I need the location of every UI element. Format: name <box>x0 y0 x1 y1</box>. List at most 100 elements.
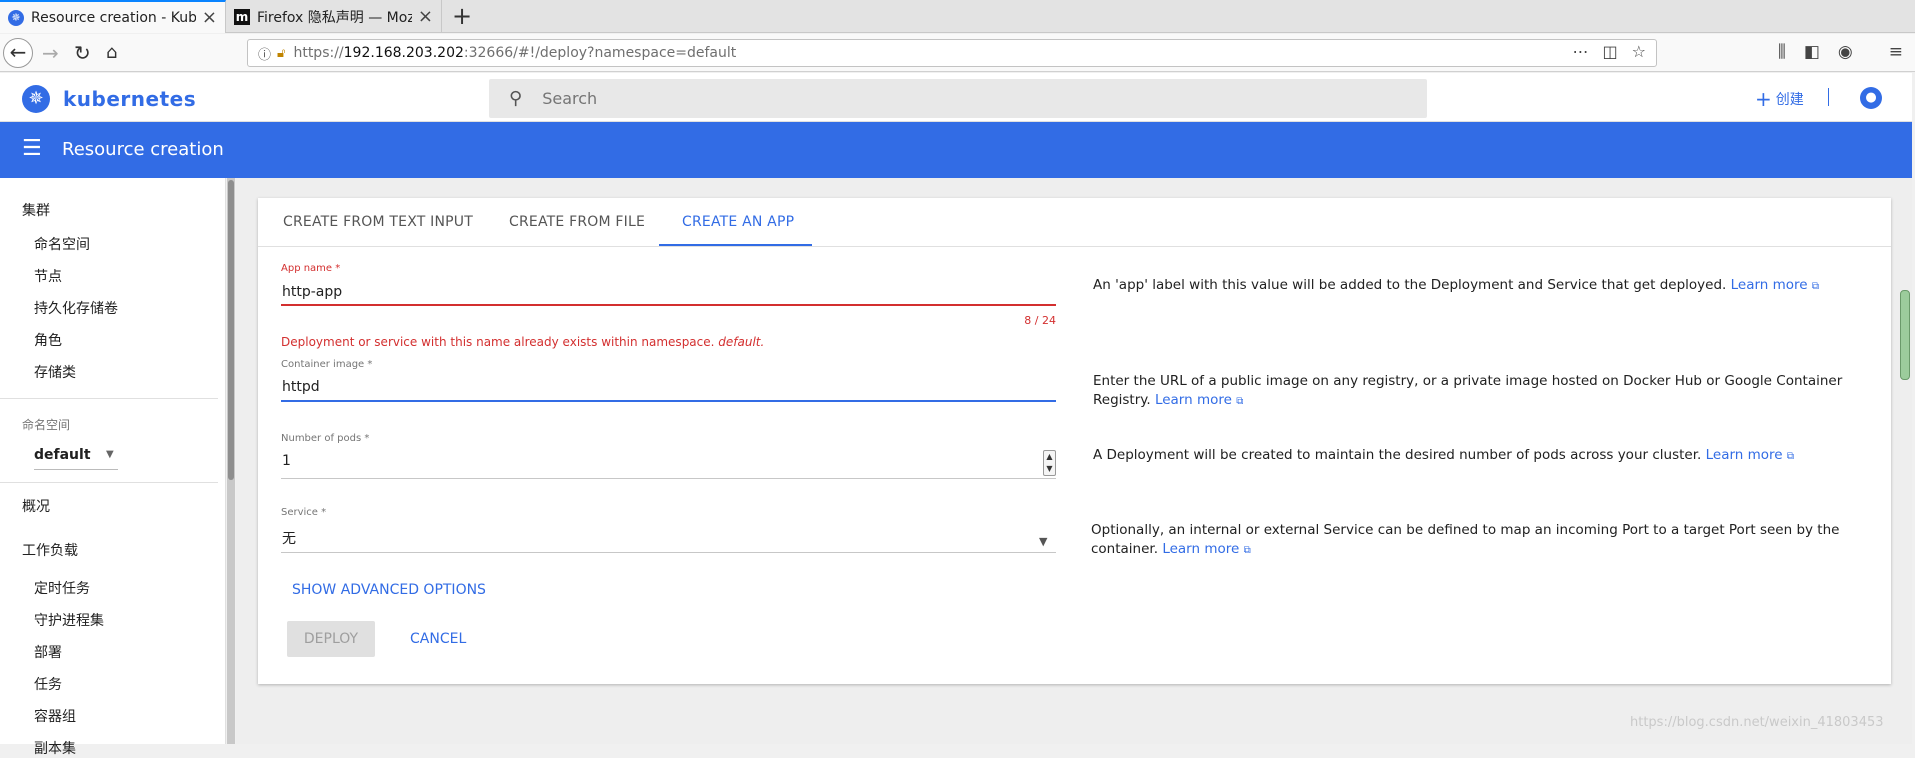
browser-tab-resource-creation[interactable]: ✵ Resource creation - Kube × <box>0 0 226 33</box>
learn-more-link[interactable]: Learn more ⧉ <box>1155 392 1243 408</box>
watermark: https://blog.csdn.net/weixin_41803453 <box>1630 715 1884 730</box>
search-bar[interactable]: ⚲ <box>489 79 1427 118</box>
namespace-select[interactable]: default ▼ <box>34 447 118 470</box>
close-tab-icon[interactable]: × <box>418 6 433 27</box>
app-name-help: An 'app' label with this value will be a… <box>1093 276 1853 296</box>
service-select[interactable]: 无 <box>282 528 296 548</box>
kubernetes-logo-icon[interactable]: ✵ <box>22 85 50 113</box>
active-tab-indicator <box>659 244 812 246</box>
pods-stepper[interactable]: ▲ ▼ <box>1043 450 1056 476</box>
pods-input[interactable]: 1 <box>282 453 291 469</box>
insecure-lock-icon[interactable]: 🔓︎ <box>277 46 285 61</box>
sidebar-item-replicasets[interactable]: 副本集 <box>34 738 76 758</box>
pods-help: A Deployment will be created to maintain… <box>1093 446 1853 466</box>
pods-label: Number of pods * <box>281 433 370 444</box>
sidebar-group-workloads[interactable]: 工作负载 <box>22 540 78 560</box>
creation-tabs: CREATE FROM TEXT INPUT CREATE FROM FILE … <box>258 198 1891 247</box>
help-text: An 'app' label with this value will be a… <box>1093 277 1731 293</box>
pocket-icon[interactable]: ◫ <box>1603 42 1618 61</box>
browser-navbar: ← → ↻ ⌂ ⓘ 🔓︎ https://192.168.203.202:326… <box>0 34 1915 72</box>
error-namespace: default. <box>718 335 765 349</box>
sidebar-item-namespaces[interactable]: 命名空间 <box>34 234 90 254</box>
service-underline <box>281 552 1056 553</box>
sidebar-item-jobs[interactable]: 任务 <box>34 674 62 694</box>
tab-title: Resource creation - Kube <box>31 9 196 26</box>
back-icon[interactable]: ← <box>3 38 33 68</box>
browser-tabbar: ✵ Resource creation - Kube × m Firefox 隐… <box>0 0 1915 33</box>
tab-title: Firefox 隐私声明 — Mozi <box>257 9 412 26</box>
url-host: 192.168.203.202 <box>343 45 464 61</box>
search-input[interactable] <box>542 89 1403 108</box>
app-name-label: App name * <box>281 263 341 274</box>
service-help: Optionally, an internal or external Serv… <box>1091 521 1851 560</box>
search-icon: ⚲ <box>509 88 523 109</box>
library-icon[interactable]: ⫼ <box>1778 42 1786 62</box>
menu-icon[interactable]: ☰ <box>22 136 42 161</box>
sidebar-item-storage-classes[interactable]: 存储类 <box>34 362 76 382</box>
sidebar-item-overview[interactable]: 概况 <box>22 496 50 516</box>
app-name-underline <box>281 304 1056 306</box>
sidebar-group-cluster[interactable]: 集群 <box>22 200 50 220</box>
sidebar-item-deployments[interactable]: 部署 <box>34 642 62 662</box>
sidebar-item-roles[interactable]: 角色 <box>34 330 62 350</box>
page-scrollbar-thumb[interactable] <box>1900 290 1910 380</box>
home-icon[interactable]: ⌂ <box>106 39 117 67</box>
page-title: Resource creation <box>62 139 224 160</box>
create-button[interactable]: + 创建 <box>1755 87 1804 111</box>
stepper-up-icon[interactable]: ▲ <box>1044 451 1055 463</box>
app-name-input[interactable]: http-app <box>282 284 342 300</box>
url-text[interactable]: https://192.168.203.202:32666/#!/deploy?… <box>293 45 736 61</box>
sidebar-item-cronjobs[interactable]: 定时任务 <box>34 578 90 598</box>
external-link-icon: ⧉ <box>1243 545 1251 556</box>
tab-create-from-text-input[interactable]: CREATE FROM TEXT INPUT <box>283 214 473 230</box>
sidebar-item-nodes[interactable]: 节点 <box>34 266 62 286</box>
stepper-down-icon[interactable]: ▼ <box>1044 463 1055 475</box>
app-name-counter: 8 / 24 <box>1024 314 1056 327</box>
learn-more-label: Learn more <box>1705 447 1783 463</box>
info-icon[interactable]: ⓘ <box>258 44 271 63</box>
sidebar-item-persistent-volumes[interactable]: 持久化存储卷 <box>34 298 118 318</box>
browser-tab-firefox-privacy[interactable]: m Firefox 隐私声明 — Mozi × <box>226 0 442 33</box>
sidebar-scrollbar-thumb[interactable] <box>228 180 234 480</box>
learn-more-label: Learn more <box>1730 277 1808 293</box>
pods-underline <box>281 478 1056 479</box>
learn-more-link[interactable]: Learn more ⧉ <box>1706 447 1794 463</box>
sidebar-item-pods[interactable]: 容器组 <box>34 706 76 726</box>
learn-more-link[interactable]: Learn more ⧉ <box>1162 541 1250 557</box>
cancel-button[interactable]: CANCEL <box>410 631 466 647</box>
bookmark-star-icon[interactable]: ☆ <box>1632 42 1646 61</box>
external-link-icon: ⧉ <box>1236 396 1244 407</box>
tab-create-from-file[interactable]: CREATE FROM FILE <box>509 214 645 230</box>
container-image-help: Enter the URL of a public image on any r… <box>1093 372 1853 411</box>
account-icon[interactable]: ● <box>1860 87 1882 109</box>
plus-icon: + <box>1755 87 1772 111</box>
container-image-label: Container image * <box>281 359 373 370</box>
sidebar-toggle-icon[interactable]: ◧ <box>1804 42 1820 62</box>
namespace-label: 命名空间 <box>22 418 71 432</box>
chevron-down-icon: ▼ <box>106 449 114 460</box>
show-advanced-options-button[interactable]: SHOW ADVANCED OPTIONS <box>292 582 486 598</box>
tab-create-an-app[interactable]: CREATE AN APP <box>682 214 794 230</box>
sidebar-item-daemonsets[interactable]: 守护进程集 <box>34 610 104 630</box>
new-tab-icon[interactable]: + <box>452 2 472 30</box>
kubernetes-favicon-icon: ✵ <box>8 9 24 26</box>
account-sync-icon[interactable]: ◉ <box>1838 42 1853 62</box>
hamburger-menu-icon[interactable]: ≡ <box>1889 42 1903 62</box>
page-actions-icon[interactable]: ⋯ <box>1573 42 1589 61</box>
sidebar: 集群 命名空间 节点 持久化存储卷 角色 存储类 命名空间 default ▼ … <box>0 178 226 757</box>
sidebar-divider <box>0 398 218 399</box>
header-divider <box>1828 88 1829 106</box>
chevron-down-icon[interactable]: ▼ <box>1039 535 1047 548</box>
forward-icon[interactable]: → <box>42 39 59 67</box>
close-tab-icon[interactable]: × <box>202 7 217 28</box>
learn-more-link[interactable]: Learn more ⧉ <box>1731 277 1819 293</box>
mozilla-favicon-icon: m <box>234 8 250 25</box>
deploy-button[interactable]: DEPLOY <box>287 621 375 657</box>
reload-icon[interactable]: ↻ <box>74 39 91 67</box>
brand-name[interactable]: kubernetes <box>63 87 196 111</box>
container-image-input[interactable]: httpd <box>282 379 320 395</box>
app-header: ✵ kubernetes ⚲ +创建 ● <box>0 73 1912 122</box>
url-bar[interactable]: ⓘ 🔓︎ https://192.168.203.202:32666/#!/de… <box>247 39 1657 67</box>
sidebar-divider <box>0 482 218 483</box>
help-text: A Deployment will be created to maintain… <box>1093 447 1706 463</box>
